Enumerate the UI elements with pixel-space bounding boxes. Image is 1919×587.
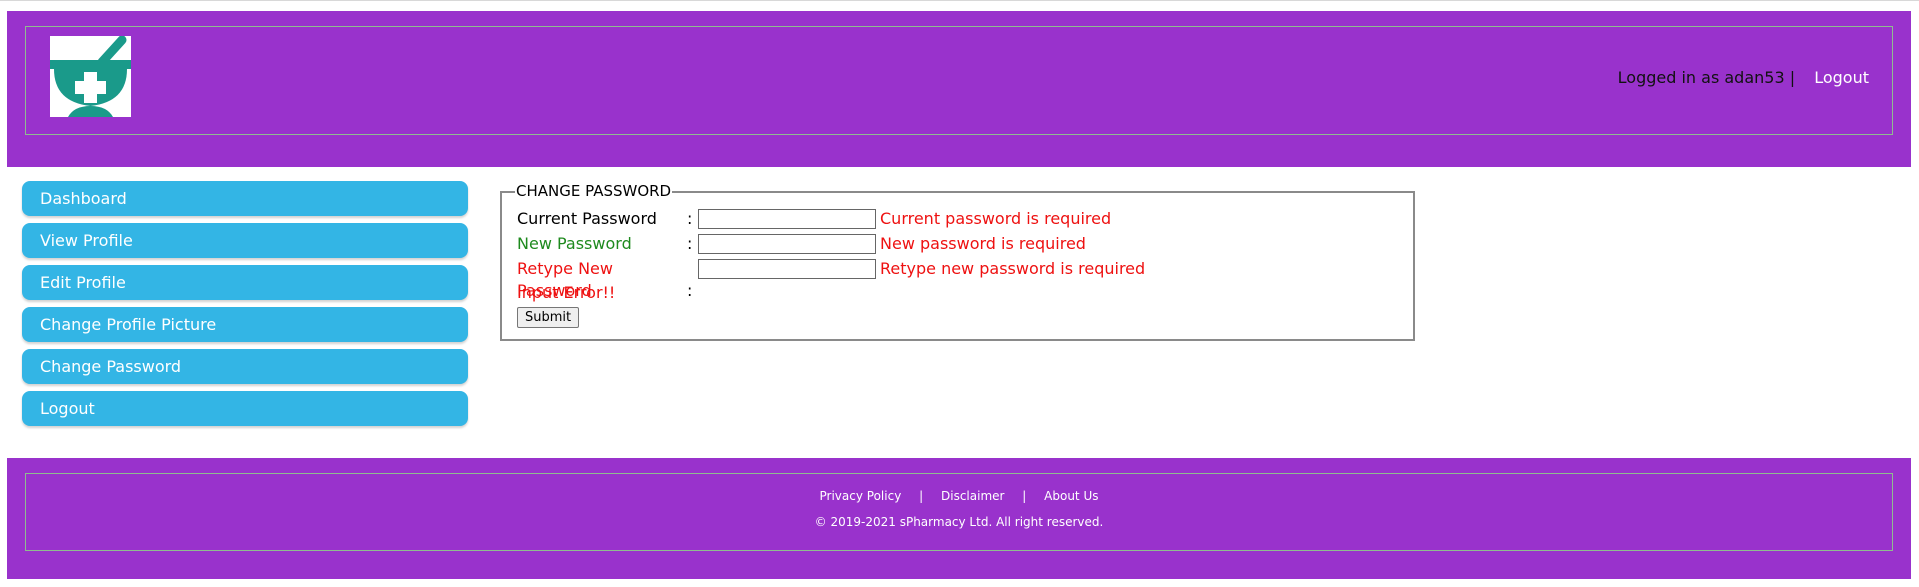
submit-button[interactable]: Submit bbox=[517, 307, 580, 328]
current-password-row: Current Password: Current password is re… bbox=[517, 208, 1111, 230]
new-password-input[interactable] bbox=[698, 234, 876, 254]
privacy-policy-link[interactable]: Privacy Policy bbox=[820, 489, 902, 503]
current-password-error: Current password is required bbox=[880, 209, 1112, 228]
sidebar-item-change-profile-picture[interactable]: Change Profile Picture bbox=[22, 307, 468, 342]
site-header: Logged in as adan53 | Logout bbox=[7, 11, 1911, 167]
new-password-error: New password is required bbox=[880, 234, 1086, 253]
retype-password-error: Retype new password is required bbox=[880, 259, 1146, 278]
header-logout-link[interactable]: Logout bbox=[1814, 68, 1869, 87]
retype-password-row: Retype New Password: Retype new password… bbox=[517, 258, 1145, 300]
copyright-text: © 2019-2021 sPharmacy Ltd. All right res… bbox=[814, 515, 1104, 529]
logged-in-text: Logged in as adan53 | bbox=[1617, 68, 1796, 87]
sidebar-item-change-password[interactable]: Change Password bbox=[22, 349, 468, 384]
footer-separator: | bbox=[1022, 489, 1027, 503]
sidebar-nav: Dashboard View Profile Edit Profile Chan… bbox=[22, 181, 468, 433]
new-password-row: New Password: New password is required bbox=[517, 233, 1086, 255]
current-password-input[interactable] bbox=[698, 209, 876, 229]
field-colon: : bbox=[687, 234, 693, 253]
input-error-message: Input Error!! bbox=[517, 283, 616, 302]
pharmacy-logo-icon bbox=[50, 36, 131, 117]
disclaimer-link[interactable]: Disclaimer bbox=[941, 489, 1004, 503]
sidebar-item-dashboard[interactable]: Dashboard bbox=[22, 181, 468, 216]
new-password-label: New Password bbox=[517, 234, 632, 253]
field-colon: : bbox=[687, 281, 693, 300]
footer-frame bbox=[25, 473, 1893, 551]
retype-password-input[interactable] bbox=[698, 259, 876, 279]
top-divider bbox=[0, 0, 1919, 1]
sidebar-item-view-profile[interactable]: View Profile bbox=[22, 223, 468, 258]
header-frame bbox=[25, 26, 1893, 135]
current-password-label: Current Password bbox=[517, 209, 657, 228]
user-status-bar: Logged in as adan53 | Logout bbox=[1618, 68, 1869, 87]
field-colon: : bbox=[687, 209, 693, 228]
sidebar-item-logout[interactable]: Logout bbox=[22, 391, 468, 426]
footer-separator: | bbox=[919, 489, 924, 503]
sidebar-item-edit-profile[interactable]: Edit Profile bbox=[22, 265, 468, 300]
change-password-legend: CHANGE PASSWORD bbox=[515, 182, 673, 200]
site-footer: Privacy Policy | Disclaimer | About Us ©… bbox=[7, 458, 1911, 579]
footer-links: Privacy Policy | Disclaimer | About Us bbox=[7, 489, 1911, 503]
about-us-link[interactable]: About Us bbox=[1044, 489, 1098, 503]
